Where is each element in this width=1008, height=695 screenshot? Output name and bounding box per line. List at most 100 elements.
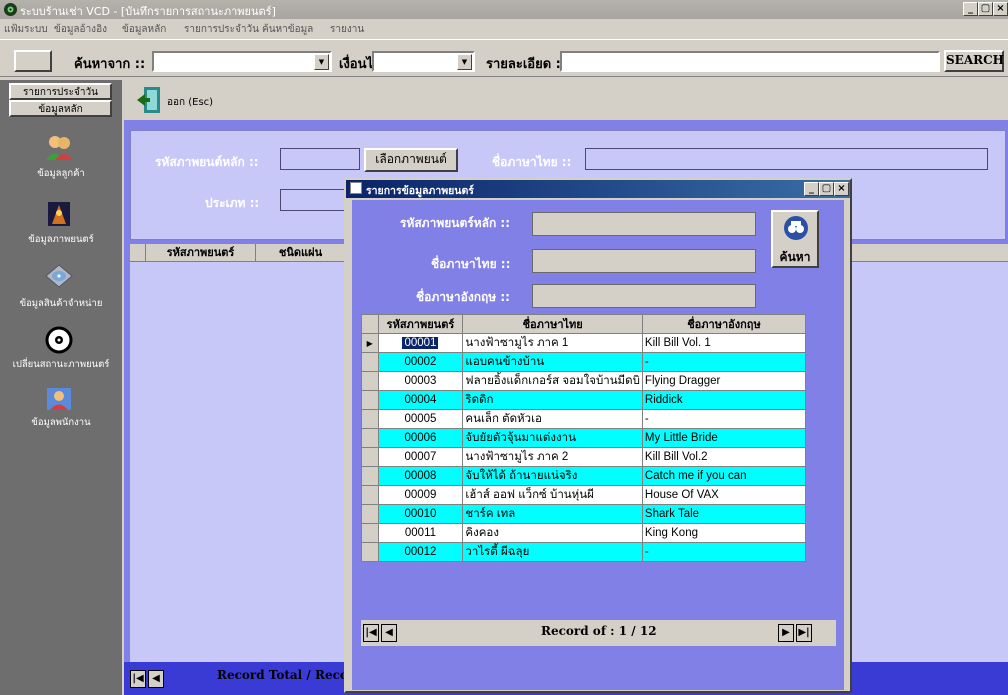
thai-name-field[interactable] bbox=[585, 148, 988, 170]
cell-english-name[interactable]: - bbox=[641, 542, 807, 562]
row-selector[interactable] bbox=[361, 466, 379, 486]
dialog-last-record-button[interactable]: ▶| bbox=[796, 624, 812, 642]
cell-movie-id[interactable]: 00012 bbox=[377, 542, 464, 562]
sidebar-tab-daily[interactable]: รายการประจำวัน bbox=[9, 83, 112, 100]
cell-english-name[interactable]: Kill Bill Vol. 1 bbox=[641, 333, 807, 353]
cell-movie-id[interactable]: 00008 bbox=[377, 466, 464, 486]
employee-icon[interactable] bbox=[44, 385, 74, 413]
table-col-thai-name[interactable]: ชื่อภาษาไทย bbox=[462, 314, 643, 334]
cell-thai-name[interactable]: ชาร์ค เทล bbox=[462, 504, 643, 524]
cell-english-name[interactable]: My Little Bride bbox=[641, 428, 807, 448]
dialog-thai-name-field[interactable] bbox=[532, 249, 756, 273]
row-selector[interactable] bbox=[361, 485, 379, 505]
cell-thai-name[interactable]: นางฟ้าซามูไร ภาค 1 bbox=[462, 333, 643, 353]
table-row[interactable]: 00009 เฮ้าส์ ออฟ แว็กซ์ บ้านหุ่นผี House O… bbox=[361, 485, 807, 505]
movie-main-id-field[interactable] bbox=[280, 148, 360, 170]
cd-status-icon[interactable] bbox=[44, 326, 74, 354]
search-from-select[interactable]: ▼ bbox=[152, 51, 332, 72]
cell-movie-id[interactable]: 00003 bbox=[377, 371, 464, 391]
sidebar-item-customers[interactable]: ข้อมูลลูกค้า bbox=[0, 166, 122, 181]
minimize-button[interactable]: _ bbox=[963, 2, 978, 16]
exit-door-icon[interactable] bbox=[136, 85, 164, 115]
cell-thai-name[interactable]: จับให้ได้ ถ้านายแน่จริง bbox=[462, 466, 643, 486]
toolbar-toggle-button[interactable] bbox=[14, 50, 52, 72]
customers-icon[interactable] bbox=[44, 134, 74, 162]
row-selector[interactable] bbox=[361, 390, 379, 410]
table-col-movie-id[interactable]: รหัสภาพยนตร์ bbox=[377, 314, 464, 334]
cell-thai-name[interactable]: ริดดิก bbox=[462, 390, 643, 410]
cell-english-name[interactable]: Kill Bill Vol.2 bbox=[641, 447, 807, 467]
table-row[interactable]: ▶ 00001 นางฟ้าซามูไร ภาค 1 Kill Bill Vol. 1 bbox=[361, 333, 807, 353]
row-selector[interactable] bbox=[361, 409, 379, 429]
sidebar-tab-master[interactable]: ข้อมูลหลัก bbox=[9, 100, 112, 117]
cell-english-name[interactable]: King Kong bbox=[641, 523, 807, 543]
first-record-button[interactable]: |◀ bbox=[130, 670, 146, 688]
table-col-english-name[interactable]: ชื่อภาษาอังกฤษ bbox=[641, 314, 807, 334]
prev-record-button[interactable]: ◀ bbox=[148, 670, 164, 688]
search-button[interactable]: SEARCH bbox=[944, 50, 1004, 72]
grid-col-disc-type[interactable]: ชนิดแผ่น bbox=[256, 244, 346, 262]
table-row[interactable]: 00005 คนเล็ก ตัดหัวเอ - bbox=[361, 409, 807, 429]
sidebar-item-change-status[interactable]: เปลี่ยนสถานะภาพยนตร์ bbox=[0, 357, 122, 372]
cell-english-name[interactable]: - bbox=[641, 352, 807, 372]
cell-thai-name[interactable]: คิงคอง bbox=[462, 523, 643, 543]
table-row[interactable]: 00012 วาไรตี้ ผีฉลุย - bbox=[361, 542, 807, 562]
cell-english-name[interactable]: Flying Dragger bbox=[641, 371, 807, 391]
dialog-eng-name-field[interactable] bbox=[532, 284, 756, 308]
row-selector[interactable] bbox=[361, 447, 379, 467]
dialog-search-button[interactable]: ค้นหา bbox=[771, 210, 819, 268]
cell-thai-name[interactable]: วาไรตี้ ผีฉลุย bbox=[462, 542, 643, 562]
menu-reports[interactable]: รายงาน bbox=[330, 22, 364, 37]
cell-movie-id[interactable]: 00006 bbox=[377, 428, 464, 448]
cell-english-name[interactable]: Catch me if you can bbox=[641, 466, 807, 486]
row-current-indicator[interactable]: ▶ bbox=[361, 333, 379, 353]
row-selector[interactable] bbox=[361, 428, 379, 448]
cell-movie-id[interactable]: 00002 bbox=[377, 352, 464, 372]
menu-search[interactable]: ค้นหาข้อมูล bbox=[262, 22, 313, 37]
dialog-maximize-button[interactable]: ▢ bbox=[819, 182, 834, 196]
dialog-minimize-button[interactable]: _ bbox=[804, 182, 819, 196]
cell-thai-name[interactable]: จับยัยตัวจุ้นมาแต่งงาน bbox=[462, 428, 643, 448]
dialog-close-button[interactable]: × bbox=[834, 182, 849, 196]
maximize-button[interactable]: ▢ bbox=[978, 2, 993, 16]
sidebar-item-products[interactable]: ข้อมูลสินค้าจำหน่าย bbox=[0, 296, 122, 311]
table-row[interactable]: 00002 แอบคนข้างบ้าน - bbox=[361, 352, 807, 372]
row-selector[interactable] bbox=[361, 523, 379, 543]
select-movie-button[interactable]: เลือกภาพยนต์ bbox=[364, 148, 458, 172]
cell-thai-name[interactable]: ฟลายอิ้งแด็กเกอร์ส จอมใจบ้านมีดบิ bbox=[462, 371, 643, 391]
dialog-main-id-field[interactable] bbox=[532, 212, 756, 236]
table-row[interactable]: 00004 ริดดิก Riddick bbox=[361, 390, 807, 410]
dialog-prev-record-button[interactable]: ◀ bbox=[381, 624, 397, 642]
table-row[interactable]: 00008 จับให้ได้ ถ้านายแน่จริง Catch me if … bbox=[361, 466, 807, 486]
cell-movie-id[interactable]: 00004 bbox=[377, 390, 464, 410]
type-field[interactable] bbox=[280, 189, 350, 211]
cell-thai-name[interactable]: นางฟ้าซามูไร ภาค 2 bbox=[462, 447, 643, 467]
table-row[interactable]: 00011 คิงคอง King Kong bbox=[361, 523, 807, 543]
cell-thai-name[interactable]: คนเล็ก ตัดหัวเอ bbox=[462, 409, 643, 429]
table-row[interactable]: 00003 ฟลายอิ้งแด็กเกอร์ส จอมใจบ้านมีดบิ Fl… bbox=[361, 371, 807, 391]
disc-icon[interactable] bbox=[44, 262, 74, 290]
table-row[interactable]: 00007 นางฟ้าซามูไร ภาค 2 Kill Bill Vol.2 bbox=[361, 447, 807, 467]
menu-reference[interactable]: ข้อมูลอ้างอิง bbox=[54, 22, 107, 37]
row-selector[interactable] bbox=[361, 542, 379, 562]
menu-daily[interactable]: รายการประจำวัน bbox=[184, 22, 259, 37]
cell-movie-id[interactable]: 00005 bbox=[377, 409, 464, 429]
row-selector[interactable] bbox=[361, 352, 379, 372]
table-row[interactable]: 00006 จับยัยตัวจุ้นมาแต่งงาน My Little Bri… bbox=[361, 428, 807, 448]
chevron-down-icon[interactable]: ▼ bbox=[457, 54, 472, 70]
table-row[interactable]: 00010 ชาร์ค เทล Shark Tale bbox=[361, 504, 807, 524]
menu-master-data[interactable]: ข้อมูลหลัก bbox=[122, 22, 166, 37]
sidebar-item-movies[interactable]: ข้อมูลภาพยนตร์ bbox=[0, 232, 122, 247]
row-selector[interactable] bbox=[361, 371, 379, 391]
dialog-first-record-button[interactable]: |◀ bbox=[363, 624, 379, 642]
cell-english-name[interactable]: Shark Tale bbox=[641, 504, 807, 524]
search-detail-input[interactable] bbox=[560, 51, 940, 72]
row-selector[interactable] bbox=[361, 504, 379, 524]
cell-movie-id[interactable]: 00001 bbox=[377, 333, 464, 353]
dialog-next-record-button[interactable]: ▶ bbox=[778, 624, 794, 642]
exit-label[interactable]: ออก (Esc) bbox=[167, 95, 213, 110]
cell-english-name[interactable]: House Of VAX bbox=[641, 485, 807, 505]
grid-col-movie-id[interactable]: รหัสภาพยนตร์ bbox=[146, 244, 256, 262]
search-condition-select[interactable]: ▼ bbox=[372, 51, 475, 72]
movie-icon[interactable] bbox=[44, 200, 74, 228]
